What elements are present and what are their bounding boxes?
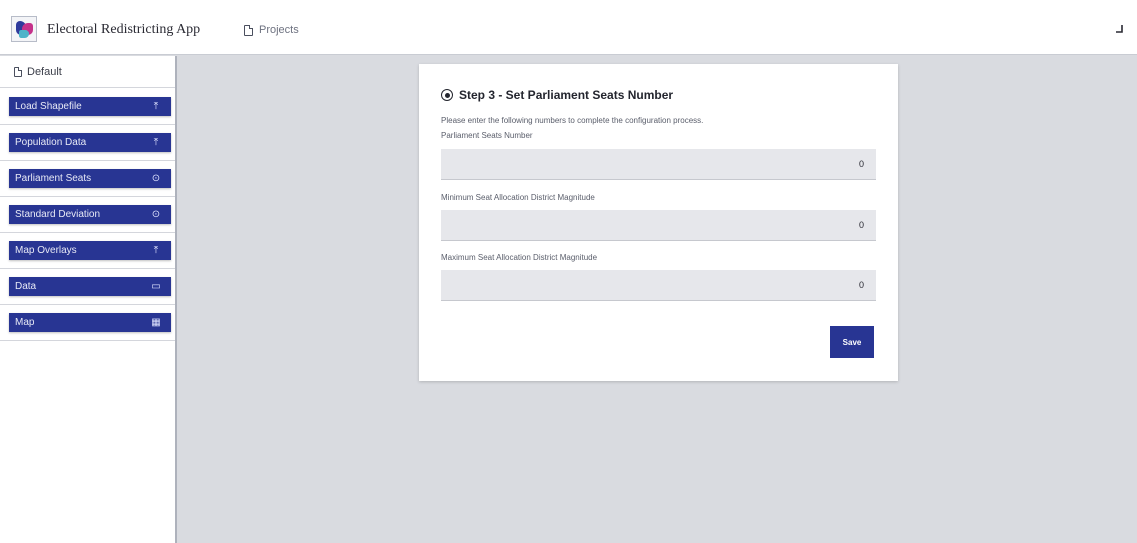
configuration-card: Step 3 - Set Parliament Seats Number Ple…	[419, 64, 898, 381]
maximum-magnitude-input[interactable]	[441, 270, 876, 300]
step-title-text: Step 3 - Set Parliament Seats Number	[459, 88, 674, 102]
projects-link[interactable]: Projects	[244, 24, 299, 36]
radio-icon: ⊙	[151, 172, 161, 184]
sidebar-item-label: Map Overlays	[15, 245, 77, 256]
sidebar-item-label: Load Shapefile	[15, 101, 82, 112]
sidebar-item-label: Data	[15, 281, 37, 292]
radio-icon: ⊙	[151, 208, 161, 220]
app-title: Electoral Redistricting App	[47, 22, 201, 37]
minimum-magnitude-field[interactable]	[441, 210, 876, 241]
upload-icon: ⤒	[153, 136, 159, 148]
minimum-magnitude-input[interactable]	[441, 210, 876, 240]
top-bar: Electoral Redistricting App Projects	[0, 0, 1137, 55]
sidebar-item-label: Population Data	[15, 137, 87, 148]
step-title: Step 3 - Set Parliament Seats Number	[441, 88, 673, 102]
document-icon	[244, 24, 253, 36]
parliament-seats-field[interactable]	[441, 149, 876, 180]
sidebar-item-data[interactable]: Data ▭	[9, 277, 171, 296]
instructions-text: Please enter the following numbers to co…	[441, 116, 704, 125]
upload-icon: ⤒	[153, 100, 159, 112]
field-label-maximum-magnitude: Maximum Seat Allocation District Magnitu…	[441, 253, 598, 262]
sidebar-item-label: Parliament Seats	[15, 173, 92, 184]
folder-icon: ▭	[151, 280, 161, 292]
sidebar-item-label: Standard Deviation	[15, 209, 101, 220]
map-icon: ▦	[151, 316, 161, 328]
field-label-parliament-seats: Parliament Seats Number	[441, 131, 533, 140]
corner-arrow-icon[interactable]	[1114, 24, 1124, 34]
sidebar-item-parliament-seats[interactable]: Parliament Seats ⊙	[9, 169, 171, 188]
sidebar-item-map-overlays[interactable]: Map Overlays ⤒	[9, 241, 171, 260]
default-label: Default	[27, 65, 62, 78]
save-button[interactable]: Save	[830, 326, 874, 358]
document-icon	[14, 66, 22, 77]
sidebar-item-map[interactable]: Map ▦	[9, 313, 171, 332]
upload-icon: ⤒	[153, 244, 159, 256]
default-project[interactable]: Default	[0, 56, 175, 88]
app-logo[interactable]	[11, 16, 37, 42]
parliament-seats-input[interactable]	[441, 149, 876, 179]
sidebar-item-label: Map	[15, 317, 35, 328]
sidebar-item-population-data[interactable]: Population Data ⤒	[9, 133, 171, 152]
field-label-minimum-magnitude: Minimum Seat Allocation District Magnitu…	[441, 193, 595, 202]
sidebar: Default Load Shapefile ⤒ Population Data…	[0, 56, 177, 543]
sidebar-item-load-shapefile[interactable]: Load Shapefile ⤒	[9, 97, 171, 116]
maximum-magnitude-field[interactable]	[441, 270, 876, 301]
radio-checked-icon	[441, 89, 453, 101]
projects-label: Projects	[259, 24, 299, 36]
sidebar-item-standard-deviation[interactable]: Standard Deviation ⊙	[9, 205, 171, 224]
